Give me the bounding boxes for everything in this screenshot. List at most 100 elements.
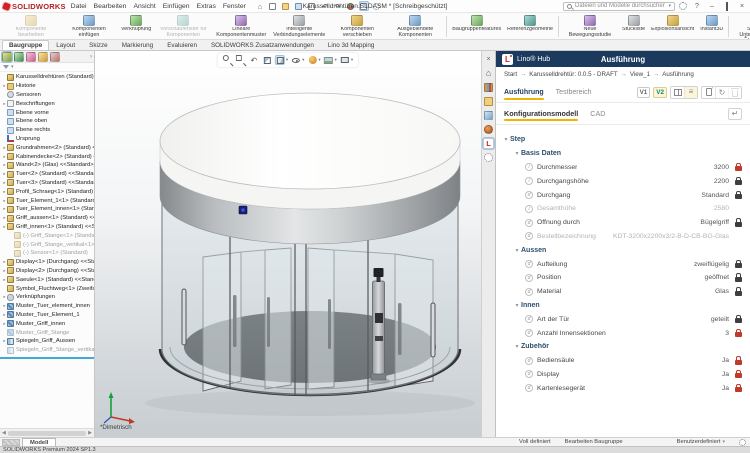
display-style-icon[interactable] (275, 55, 285, 65)
parameter-value[interactable]: geteilt (711, 316, 729, 323)
tree-item[interactable]: ▸Griff_aussen<1> (Standard) <<Transparen… (0, 214, 94, 223)
tree-item[interactable]: Karusselldrehtüren (Standard) <Anzeigest… (0, 73, 94, 82)
ribbon-lineare-komponentenmuster[interactable]: Lineare Komponentenmuster (212, 14, 270, 39)
parameter-value[interactable]: 3 (725, 330, 729, 337)
parameter-row[interactable]: dAufteilungzweiflügelig (496, 257, 750, 271)
ribbon-ausgeblendete-komponenten-anzeigen[interactable]: Ausgeblendete Komponenten anzeigen (386, 14, 444, 39)
breadcrumb-item[interactable]: Karusselldrehtür: 0.0.5 - DRAFT (529, 71, 617, 78)
scroll-thumb[interactable] (8, 431, 86, 436)
tab-lino-3d-mapping[interactable]: Lino 3d Mapping (321, 40, 382, 50)
appearances-scenes-icon[interactable] (483, 124, 494, 135)
parameter-row[interactable]: iDurchmesser3200 (496, 161, 750, 175)
subtab-konfigurationsmodell[interactable]: Konfigurationsmodell (504, 105, 578, 122)
ribbon-instant3d[interactable]: Instant3D (697, 14, 726, 39)
tree-item[interactable]: Spiegeln_Griff_Stange_vertikal (0, 346, 94, 355)
tab-evaluieren[interactable]: Evaluieren (160, 40, 204, 50)
parameter-group[interactable]: ▾Zubehör (496, 340, 750, 354)
zoom-area-icon[interactable] (236, 55, 246, 65)
parameter-group[interactable]: ▾Step (496, 133, 750, 147)
file-explorer-icon[interactable] (483, 96, 494, 107)
resources-icon[interactable]: ⌂ (483, 68, 494, 79)
lino-tab-ausführung[interactable]: Ausführung (504, 86, 544, 99)
tab-splitter[interactable] (2, 439, 20, 446)
edit-appearance-icon[interactable] (307, 55, 317, 65)
parameter-row[interactable]: dAnzahl Innensektionen3 (496, 326, 750, 340)
parameter-value[interactable]: Standard (701, 192, 729, 199)
tree-item[interactable]: ▸Beschriftungen (0, 99, 94, 108)
parameter-row[interactable]: iGesamthöhe2580 (496, 202, 750, 216)
parameter-group[interactable]: ▾Basis Daten (496, 147, 750, 161)
menu-item-extras[interactable]: Extras (197, 3, 216, 10)
breadcrumb-item[interactable]: Start (504, 71, 517, 78)
parameter-row[interactable]: dDisplayJa (496, 368, 750, 382)
parameter-row[interactable]: iDurchgangshöhe2200 (496, 174, 750, 188)
tree-item[interactable]: Sensoren (0, 91, 94, 100)
tab-solidworks-zusatzanwendungen[interactable]: SOLIDWORKS Zusatzanwendungen (204, 40, 321, 50)
apply-enter-button[interactable]: ↵ (728, 108, 742, 120)
tree-item[interactable]: Ebene rechts (0, 126, 94, 135)
unit-dropdown-icon[interactable]: ▾ (722, 439, 725, 445)
search-input[interactable]: Dateien und Modelle durchsuchen ▾ (563, 2, 675, 11)
parameter-row[interactable]: dArt der Türgeteilt (496, 312, 750, 326)
view-settings-dropdown-icon[interactable]: ▾ (351, 57, 353, 63)
lino-hub-icon[interactable]: L (483, 138, 494, 149)
tree-item[interactable]: ▸Wand<2> (Glas) <<Standard>_Anzeigestatu… (0, 161, 94, 170)
tree-item[interactable]: ▸Saeule<1> (Standard) <<Standard> (0, 275, 94, 284)
lock-icon[interactable] (735, 194, 742, 199)
list-layout-icon[interactable]: ≡ (684, 87, 697, 98)
settings-icon[interactable] (483, 152, 494, 163)
zoom-fit-icon[interactable] (223, 55, 233, 65)
parameter-value[interactable]: Ja (722, 357, 729, 364)
tree-filter[interactable]: ▾ (0, 63, 94, 72)
open-folder-icon[interactable] (281, 1, 291, 11)
unit-system-selector[interactable]: Benutzerdefiniert▾ (677, 439, 725, 445)
parameter-value[interactable]: KDT-3200x2200x3/2-B-D-CB-BG-Glas (613, 233, 729, 240)
subtab-cad[interactable]: CAD (590, 105, 605, 122)
featuremanager-tab-icon[interactable] (2, 52, 12, 62)
tree-item[interactable]: Symbol_Fluchtweg<1> (Zweifach_Fluchtweg) (0, 284, 94, 293)
tree-item[interactable]: Ebene oben (0, 117, 94, 126)
scroll-left-icon[interactable]: ◀ (2, 430, 6, 436)
rollback-bar[interactable] (0, 357, 94, 359)
tree-item[interactable]: ▸Tuer_Element_1<1> (Standard) <<Standard… (0, 196, 94, 205)
display-style-dropdown-icon[interactable]: ▾ (286, 57, 288, 63)
home-icon[interactable]: ⌂ (255, 1, 265, 11)
parameter-value[interactable]: geöffnet (705, 274, 729, 281)
tree-item[interactable]: (-) Griff_Stange<1> (Standard) (0, 231, 94, 240)
tree-item[interactable]: ▸Profil_Schraeg<1> (Standard) <<Standard… (0, 187, 94, 196)
tree-item[interactable]: ▸Tuer<2> (Standard) <<Standard>_Anzeiges… (0, 170, 94, 179)
breadcrumb-item[interactable]: Ausführung (662, 71, 694, 78)
tree-item[interactable]: ▸Spiegeln_Griff_Aussen (0, 337, 94, 346)
ribbon-komponenten-verschieben[interactable]: Komponenten verschieben (328, 14, 386, 39)
parameter-row[interactable]: dPositiongeöffnet (496, 271, 750, 285)
tree-item[interactable]: ▸Griff_innen<1> (Standard) <<Standard> (0, 223, 94, 232)
status-gear-icon[interactable] (739, 439, 746, 446)
tree-item[interactable]: ▸Verknüpfungen (0, 293, 94, 302)
lock-icon[interactable] (735, 387, 742, 392)
refresh-icon[interactable]: ↻ (715, 87, 728, 98)
new-document-icon[interactable] (268, 1, 278, 11)
parameter-row[interactable]: dBestellbezeichnungKDT-3200x2200x3/2-B-D… (496, 230, 750, 244)
breadcrumb-item[interactable]: View_1 (630, 71, 650, 78)
menu-item-ansicht[interactable]: Ansicht (133, 3, 155, 10)
parameter-value[interactable]: Bügelgriff (700, 219, 729, 226)
tree-item[interactable]: ▸Tuer<3> (Standard) <<Standard>_Anzeiges… (0, 179, 94, 188)
ribbon-referenzgeometrie[interactable]: Referenzgeometrie (504, 14, 556, 39)
view-settings-icon[interactable] (340, 55, 350, 65)
lock-icon[interactable] (735, 166, 742, 171)
parameter-row[interactable]: dDurchgangStandard (496, 188, 750, 202)
parameter-value[interactable]: 2580 (714, 205, 729, 212)
collapse-caret-icon[interactable]: ▾ (502, 136, 510, 143)
ribbon-speedpak-unterbaugruppen-aktualisieren[interactable]: SpeedPak-Unterbaugruppen aktualisieren (731, 14, 750, 39)
version-button-v2[interactable]: V2 (653, 87, 667, 98)
parameter-value[interactable]: 2200 (714, 178, 729, 185)
tree-item[interactable]: ▸Historie (0, 82, 94, 91)
ribbon-stückliste[interactable]: Stückliste (619, 14, 648, 39)
parameter-value[interactable]: Glas (715, 288, 729, 295)
menu-item-bearbeiten[interactable]: Bearbeiten (94, 3, 127, 10)
tab-layout[interactable]: Layout (49, 40, 82, 50)
tab-skizze[interactable]: Skizze (82, 40, 115, 50)
lock-icon[interactable] (735, 277, 742, 282)
displaymanager-tab-icon[interactable] (50, 52, 60, 62)
parameter-row[interactable]: dKartenlesegerätJa (496, 381, 750, 395)
